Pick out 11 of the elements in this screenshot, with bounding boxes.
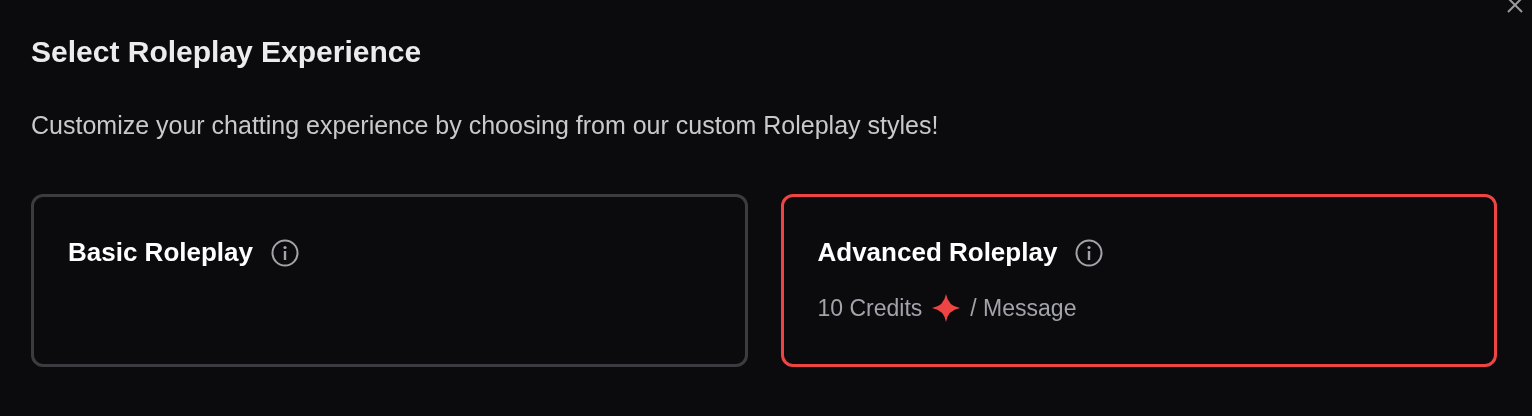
dialog-subtitle: Customize your chatting experience by choosing from our custom Roleplay styles!: [31, 110, 940, 141]
info-icon[interactable]: [1075, 238, 1104, 267]
dialog-title: Select Roleplay Experience: [31, 34, 423, 70]
sparkle-icon: [932, 294, 961, 322]
option-title: Basic Roleplay: [68, 237, 253, 268]
info-icon[interactable]: [271, 238, 299, 267]
option-title: Advanced Roleplay: [817, 237, 1058, 268]
option-card[interactable]: Advanced Roleplay 10 Credits / Message: [780, 194, 1497, 367]
credit-cost: 10 Credits: [817, 294, 923, 322]
option-card[interactable]: Basic Roleplay: [31, 194, 748, 367]
cost-unit: / Message: [970, 294, 1077, 322]
